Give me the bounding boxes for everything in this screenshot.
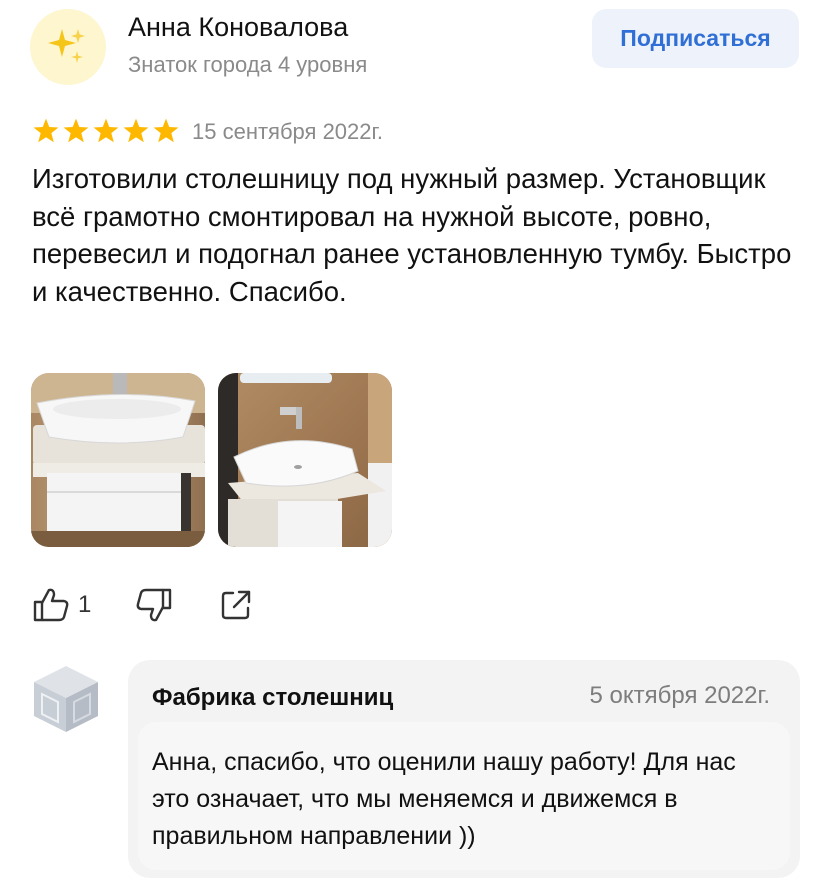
dislike-button[interactable] <box>135 587 173 623</box>
like-button[interactable] <box>32 587 70 623</box>
star-icon <box>93 118 119 143</box>
star-icon <box>123 118 149 143</box>
reply-text: Анна, спасибо, что оценили нашу работу! … <box>138 722 790 870</box>
company-name[interactable]: Фабрика столешниц <box>152 684 393 712</box>
bathroom-sink-photo-2 <box>218 373 392 547</box>
share-button[interactable] <box>219 588 253 622</box>
company-reply: Фабрика столешниц 5 октября 2022г. Анна,… <box>128 660 800 878</box>
review-text: Изготовили столешницу под нужный размер.… <box>32 163 792 307</box>
reply-date: 5 октября 2022г. <box>589 682 771 709</box>
company-avatar[interactable] <box>28 660 104 736</box>
star-icon <box>153 118 179 143</box>
subscribe-button[interactable]: Подписаться <box>592 9 799 68</box>
thumbs-down-icon <box>136 588 172 622</box>
star-icon <box>33 118 59 143</box>
author-level: Знаток города 4 уровня <box>128 52 368 77</box>
thumbs-up-icon <box>33 588 69 622</box>
review-photo[interactable] <box>218 373 392 547</box>
author-name[interactable]: Анна Коновалова <box>128 12 348 43</box>
review-actions: 1 <box>32 585 253 625</box>
star-icon <box>63 118 89 143</box>
rating-stars <box>32 118 180 144</box>
review-date: 15 сентября 2022г. <box>192 119 383 144</box>
like-count: 1 <box>78 591 92 618</box>
company-cube-icon <box>34 666 98 732</box>
author-avatar[interactable] <box>30 9 106 85</box>
share-icon <box>222 590 251 620</box>
review-photo[interactable] <box>31 373 205 547</box>
bathroom-sink-photo-1 <box>31 373 205 547</box>
sparkles-icon <box>48 29 85 63</box>
